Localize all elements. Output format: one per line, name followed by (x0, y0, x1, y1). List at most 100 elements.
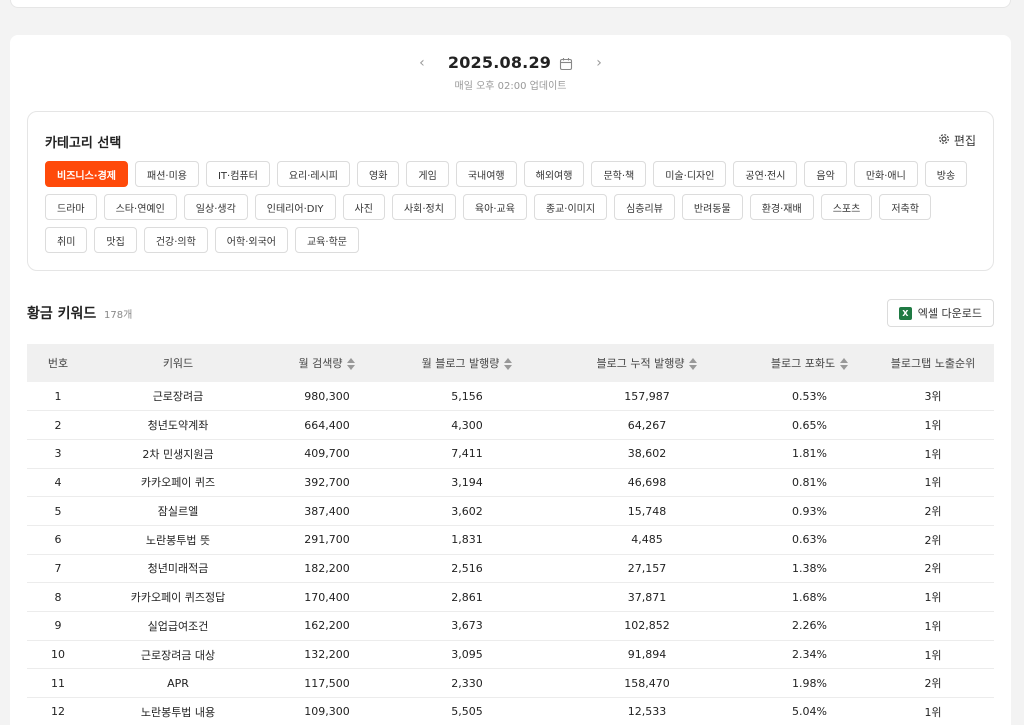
table-cell: 1위 (924, 619, 942, 633)
category-chip[interactable]: 미술·디자인 (653, 161, 727, 187)
table-row[interactable]: 9 실업급여조건 162,200 3,673 102,852 2.26% 1위 (27, 612, 994, 641)
category-chip[interactable]: 맛집 (94, 227, 137, 253)
table-row[interactable]: 3 2차 민생지원금 409,700 7,411 38,602 1.81% 1위 (27, 439, 994, 469)
category-chip[interactable]: 스포츠 (820, 194, 873, 220)
table-cell: 1.38% (792, 561, 827, 575)
category-chip[interactable]: 국내여행 (455, 161, 517, 187)
table-cell: 64,267 (627, 418, 667, 432)
category-chip[interactable]: 일상·생각 (183, 194, 248, 220)
category-chip[interactable]: 어학·외국어 (214, 227, 288, 253)
category-chip[interactable]: 패션·미용 (135, 161, 199, 187)
prev-date-button[interactable]: ‹ (412, 55, 432, 71)
table-cell: 5,156 (451, 389, 483, 403)
table-cell: 3 (54, 447, 62, 461)
category-chip[interactable]: 사진 (342, 194, 385, 220)
table-row[interactable]: 1 근로장려금 980,300 5,156 157,987 0.53% 3위 (27, 382, 994, 411)
category-chip[interactable]: 심층리뷰 (614, 194, 675, 220)
category-chip[interactable]: 음악 (804, 161, 847, 187)
table-cell: 8 (54, 590, 62, 604)
table-cell: 0.81% (792, 475, 827, 489)
table-cell: 291,700 (304, 533, 350, 547)
table-cell: APR (167, 676, 189, 690)
table-cell: 청년도약계좌 (147, 419, 209, 433)
keyword-table: 번호 키워드 월 검색량 월 블로그 발행량 블로그 누적 발행량 블로그 포화… (27, 344, 994, 725)
category-chip[interactable]: 영화 (357, 161, 400, 187)
table-cell: 카카오페이 퀴즈정답 (130, 591, 226, 605)
table-cell: 청년미래적금 (147, 562, 209, 576)
category-chip[interactable]: 방송 (924, 161, 968, 187)
category-chip[interactable]: 비즈니스·경제 (45, 161, 128, 187)
category-chip[interactable]: 만화·애니 (853, 161, 918, 187)
table-cell: 91,894 (627, 648, 667, 662)
table-cell: 3,194 (451, 475, 483, 489)
table-row[interactable]: 8 카카오페이 퀴즈정답 170,400 2,861 37,871 1.68% 1위 (27, 583, 994, 612)
col-monthly-search[interactable]: 월 검색량 (267, 344, 387, 382)
table-cell: 980,300 (304, 389, 350, 403)
edit-button[interactable]: 편집 (938, 132, 976, 149)
category-chip[interactable]: 사회·정치 (391, 194, 456, 220)
table-cell: 1위 (924, 419, 942, 433)
table-row[interactable]: 7 청년미래적금 182,200 2,516 27,157 1.38% 2위 (27, 554, 994, 583)
category-chip[interactable]: 환경·재배 (749, 194, 814, 220)
top-card (10, 0, 1011, 8)
category-chip[interactable]: 건강·의학 (143, 227, 208, 253)
table-cell: 근로장려금 (152, 390, 204, 404)
table-cell: 11 (51, 676, 65, 690)
table-cell: 387,400 (304, 504, 350, 518)
category-chip[interactable]: 해외여행 (523, 161, 585, 187)
table-row[interactable]: 6 노란봉투법 뜻 291,700 1,831 4,485 0.63% 2위 (27, 525, 994, 555)
gear-icon (938, 133, 950, 148)
table-cell: 1위 (924, 476, 942, 490)
category-chip[interactable]: 저축학 (879, 194, 931, 220)
table-row[interactable]: 5 잠실르엘 387,400 3,602 15,748 0.93% 2위 (27, 497, 994, 526)
col-monthly-blog[interactable]: 월 블로그 발행량 (387, 344, 547, 382)
keyword-count: 178개 (104, 310, 133, 321)
table-cell: 664,400 (304, 418, 350, 432)
excel-download-label: 엑셀 다운로드 (917, 307, 982, 320)
table-cell: 2차 민생지원금 (142, 447, 214, 461)
table-row[interactable]: 12 노란봉투법 내용 109,300 5,505 12,533 5.04% 1위 (27, 698, 994, 725)
category-chip[interactable]: 문학·책 (591, 161, 647, 187)
col-number: 번호 (47, 357, 69, 370)
table-cell: 9 (54, 619, 62, 633)
category-chip[interactable]: 인테리어·DIY (254, 194, 336, 220)
category-chip[interactable]: 교육·학문 (294, 227, 359, 253)
table-cell: 10 (51, 648, 65, 662)
table-cell: 3,673 (451, 619, 483, 633)
calendar-icon[interactable] (559, 56, 573, 70)
table-cell: 4 (54, 475, 62, 489)
next-date-button[interactable]: › (589, 55, 609, 71)
table-cell: 0.53% (792, 389, 827, 403)
table-cell: 1.98% (792, 676, 827, 690)
col-blog-total[interactable]: 블로그 누적 발행량 (547, 344, 747, 382)
table-cell: 5 (54, 504, 62, 518)
table-cell: 109,300 (304, 705, 350, 719)
table-cell: 2,516 (451, 561, 483, 575)
table-cell: 38,602 (627, 447, 667, 461)
category-chip[interactable]: 요리·레시피 (276, 161, 351, 187)
category-chip[interactable]: 종교·이미지 (533, 194, 608, 220)
category-title: 카테고리 선택 (45, 136, 122, 151)
table-row[interactable]: 11 APR 117,500 2,330 158,470 1.98% 2위 (27, 669, 994, 698)
col-saturation[interactable]: 블로그 포화도 (747, 344, 872, 382)
table-cell: 132,200 (304, 648, 350, 662)
category-chip[interactable]: 게임 (406, 161, 449, 187)
table-row[interactable]: 4 카카오페이 퀴즈 392,700 3,194 46,698 0.81% 1위 (27, 468, 994, 497)
table-row[interactable]: 10 근로장려금 대상 132,200 3,095 91,894 2.34% 1위 (27, 640, 994, 669)
category-chip[interactable]: 육아·교육 (462, 194, 527, 220)
table-row[interactable]: 2 청년도약계좌 664,400 4,300 64,267 0.65% 1위 (27, 411, 994, 440)
category-chip[interactable]: 공연·전시 (733, 161, 798, 187)
excel-download-button[interactable]: X 엑셀 다운로드 (886, 299, 994, 327)
category-chip[interactable]: 스타·연예인 (103, 194, 177, 220)
category-chip[interactable]: IT·컴퓨터 (205, 161, 270, 187)
category-chip[interactable]: 취미 (45, 227, 88, 253)
sort-icon (689, 358, 698, 370)
table-cell: 4,485 (631, 533, 663, 547)
main-card: ‹ 2025.08.29 › 매일 오후 02:00 업데이트 카테고리 선택 … (10, 35, 1011, 725)
category-chip[interactable]: 반려동물 (681, 194, 743, 220)
table-cell: 1위 (924, 705, 942, 719)
table-cell: 46,698 (627, 475, 667, 489)
table-cell: 0.93% (792, 504, 827, 518)
category-chip[interactable]: 드라마 (45, 194, 97, 220)
table-cell: 15,748 (627, 504, 667, 518)
